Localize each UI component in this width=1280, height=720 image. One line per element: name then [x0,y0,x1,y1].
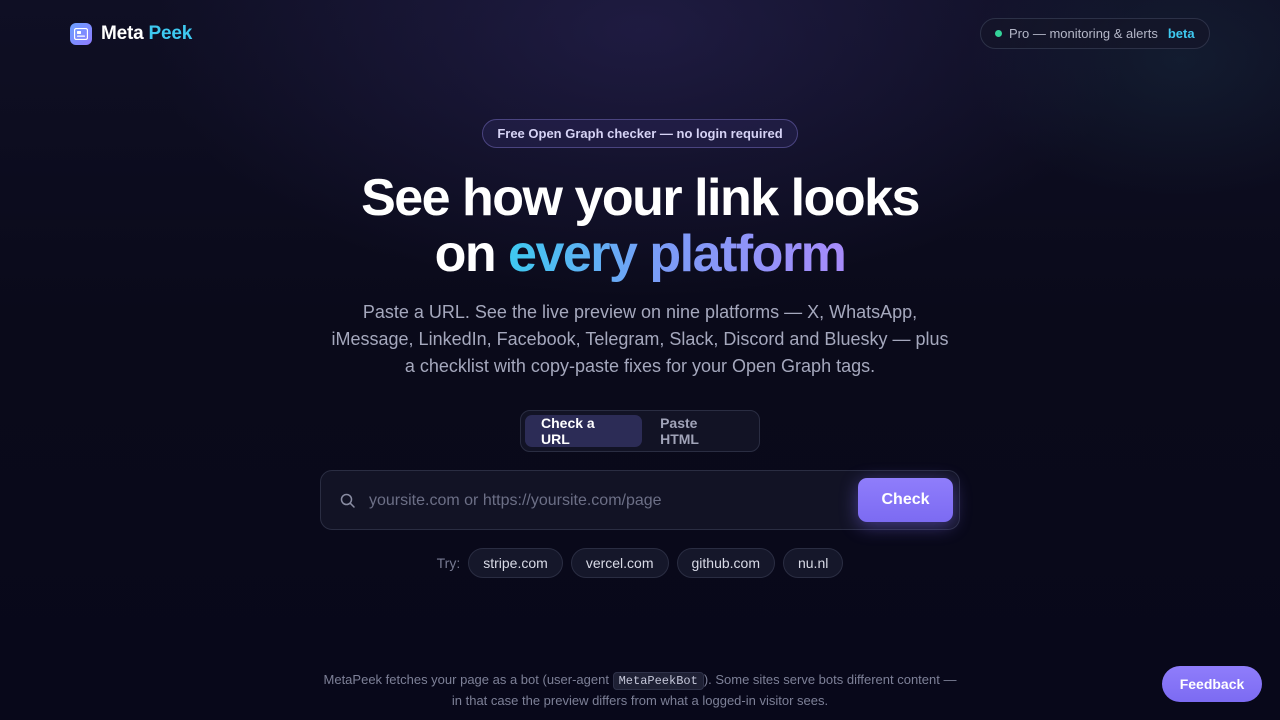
try-label: Try: [436,555,461,571]
mode-tabs: Check a URL Paste HTML [520,410,760,452]
url-input[interactable] [369,481,849,521]
page-title: See how your link looks on every platfor… [0,170,1280,282]
pro-label: Pro — monitoring & alerts [1009,26,1158,41]
check-button[interactable]: Check [858,478,953,522]
headline-line-2-prefix: on [434,225,497,283]
brand-name: Meta Peek [101,23,193,44]
user-agent-code: MetaPeekBot [612,672,704,690]
example-chip-stripe[interactable]: stripe.com [468,548,563,578]
site-header: Meta Peek Pro — monitoring & alerts beta [0,0,1280,68]
headline-gradient-text: every platform [508,225,847,283]
headline-line-1: See how your link looks [361,169,920,227]
search-icon [339,492,357,510]
hero-badge: Free Open Graph checker — no login requi… [482,119,798,148]
tab-paste-html[interactable]: Paste HTML [644,415,755,447]
bot-disclaimer: MetaPeek fetches your page as a bot (use… [320,670,960,711]
tab-check-url[interactable]: Check a URL [525,415,643,447]
disclaimer-text-before: MetaPeek fetches your page as a bot (use… [323,672,609,687]
status-dot-icon [995,30,1002,37]
try-examples: Try: stripe.com vercel.com github.com nu… [0,548,1280,578]
example-chip-github[interactable]: github.com [676,548,775,578]
hero-subtitle: Paste a URL. See the live preview on nin… [331,302,949,376]
url-search-bar: Check [320,470,960,530]
example-chip-nu[interactable]: nu.nl [782,548,844,578]
feedback-button[interactable]: Feedback [1162,666,1262,702]
example-chip-vercel[interactable]: vercel.com [570,548,669,578]
pro-monitoring-link[interactable]: Pro — monitoring & alerts beta [980,18,1210,49]
preview-card-icon [70,23,92,45]
brand-logo[interactable]: Meta Peek [70,22,192,46]
beta-badge: beta [1167,26,1195,41]
